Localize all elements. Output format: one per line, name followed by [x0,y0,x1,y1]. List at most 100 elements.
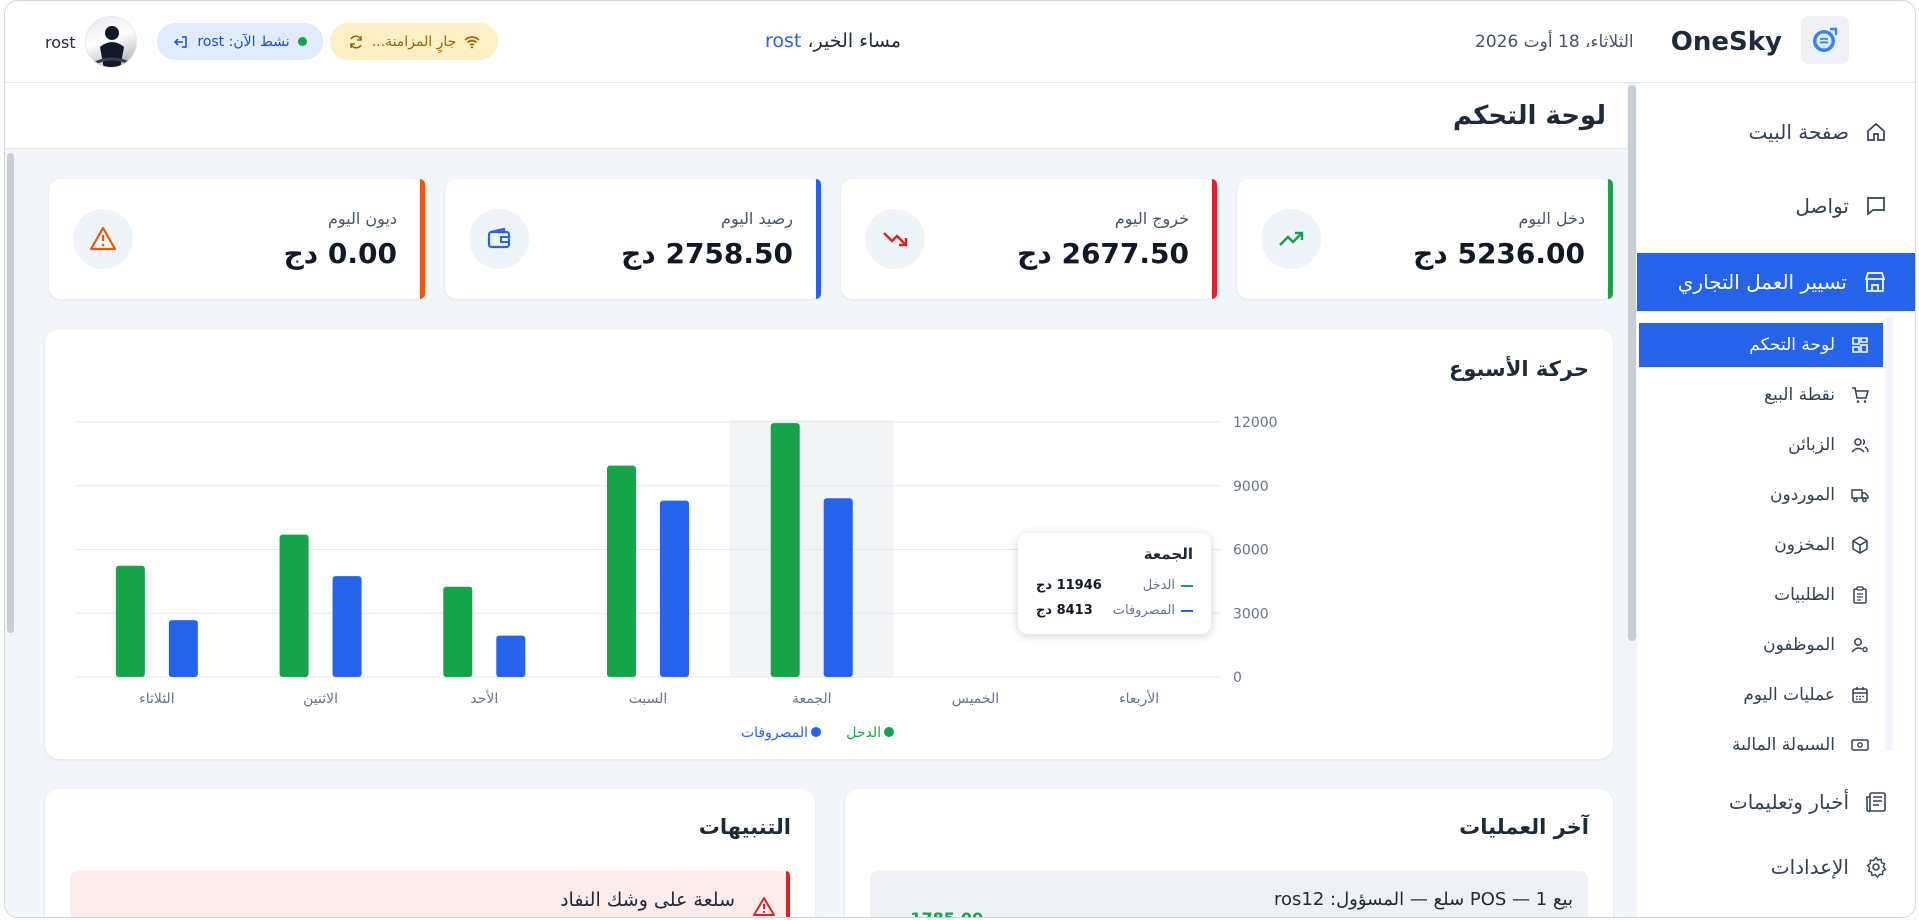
tooltip-expense-value: 8413 دج [1036,603,1093,618]
trending-up-icon [1279,231,1304,246]
card-label: ديون اليوم [328,209,397,228]
submenu-item-label: الطلبيات [1774,585,1835,605]
tooltip-swatch-expense [1181,609,1193,612]
tooltip-swatch-income [1181,584,1193,587]
submenu-item-label: الموردون [1770,485,1835,505]
active-status-text: نشط الآن: rost [197,33,290,50]
submenu-item-suppliers[interactable]: الموردون [1639,473,1883,517]
sidebar-item-contact[interactable]: تواصل [1635,177,1915,235]
gear-icon [1866,856,1887,878]
users-icon [1851,438,1869,453]
main-scrollbar-track[interactable] [1627,83,1637,917]
chart-bar [823,498,853,677]
logo-icon [1813,27,1838,52]
y-tick-label: 6000 [1233,543,1269,559]
operation-description: بيع 1 — POS سلع — المسؤول: ros12 [1273,889,1573,910]
user-gear-icon [1851,638,1868,653]
brand-logo[interactable] [1801,16,1849,64]
card-label: رصيد اليوم [721,209,793,228]
card-icon-circle [73,209,133,269]
main-scrollbar-thumb[interactable] [1628,85,1636,641]
list-item[interactable]: بيع 1 — POS سلع — المسؤول: ros12 1785.00… [870,871,1588,917]
chart-tooltip: الجمعة الدخل 11946 دج المصروفات 8413 دج [1018,533,1211,634]
sidebar-item-label: تسيير العمل التجاري [1677,270,1847,294]
chat-icon [1867,197,1885,216]
logout-icon[interactable] [173,34,189,50]
submenu-scrollbar[interactable] [1885,317,1893,751]
card-debts-today: ديون اليوم 0.00 دج [49,179,425,299]
top-header: OneSky الثلاثاء، 18 أوت 2026 مساء الخير،… [5,1,1915,83]
tooltip-title: الجمعة [1143,545,1193,563]
truck-icon [1851,489,1869,503]
avatar-image [87,26,136,67]
chart-bar [443,586,473,677]
x-tick-label: الاثنين [303,691,338,707]
submenu-item-cash-flow[interactable]: السيولة المالية [1639,723,1883,751]
sidebar-item-label: تواصل [1795,194,1849,218]
clipboard-icon [1853,586,1867,604]
current-date: الثلاثاء، 18 أوت 2026 [1475,32,1634,52]
wallet-icon [487,227,511,249]
legend-label: الدخل [846,725,881,741]
alert-text: سلعة على وشك النفاد [560,889,735,911]
submenu-item-label: نقطة البيع [1763,385,1835,405]
tooltip-income-label: الدخل [1142,578,1175,593]
card-balance-today: رصيد اليوم 2758.50 دج [445,179,821,299]
page-title: لوحة التحكم [1452,101,1606,131]
weekly-bar-chart: 030006000900012000الأربعاءالخميسالجمعةال… [75,415,1278,741]
submenu-item-dashboard[interactable]: لوحة التحكم [1639,323,1883,367]
home-icon [1867,122,1885,141]
submenu-item-inventory[interactable]: المخزون [1639,523,1883,567]
content-scrollbar-left[interactable] [7,153,14,633]
warning-icon [753,897,775,916]
card-accent [1608,179,1613,299]
submenu-item-orders[interactable]: الطلبيات [1639,573,1883,617]
online-dot [297,37,307,46]
submenu-item-label: عمليات اليوم [1743,685,1835,705]
avatar[interactable] [85,16,137,68]
card-icon-circle [469,209,529,269]
sidebar-item-label: صفحة البيت [1748,120,1849,144]
recent-operations-panel: آخر العمليات بيع 1 — POS سلع — المسؤول: … [845,789,1613,917]
sidebar-item-label: الإعدادات [1770,855,1849,879]
chart-bar [115,565,145,677]
submenu-item-customers[interactable]: الزبائن [1639,423,1883,467]
weekly-chart-card: حركة الأسبوع 0 3000 6000 9000 12000 الأربعاء ا… [45,329,1613,759]
card-income-today: دخل اليوم 5236.00 دج [1237,179,1613,299]
submenu-item-employees[interactable]: الموظفون [1639,623,1883,667]
refresh-icon [349,34,362,49]
chart-hover-band [729,420,894,677]
alerts-panel: التنبيهات سلعة على وشك النفاد [45,789,815,917]
card-icon-circle [865,209,925,269]
trending-down-icon [883,232,908,247]
sidebar-item-home[interactable]: صفحة البيت [1635,103,1915,161]
card-value: 2758.50 دج [621,237,793,270]
operation-amount: 1785.00 دج [885,909,983,917]
tooltip-row-income: الدخل 11946 دج [1036,573,1193,598]
card-value: 5236.00 دج [1413,237,1585,270]
card-accent [1212,179,1217,299]
sync-status-badge[interactable]: جارٍ المزامنة... [330,23,498,60]
business-submenu: لوحة التحكم نقطة البيع الزبائن الموردون … [1635,317,1893,751]
sidebar-item-news[interactable]: أخبار وتعليمات [1635,773,1915,831]
sidebar-item-settings[interactable]: الإعدادات [1635,838,1915,896]
submenu-item-pos[interactable]: نقطة البيع [1639,373,1883,417]
sidebar-item-business[interactable]: تسيير العمل التجاري [1635,253,1915,311]
submenu-item-label: الزبائن [1788,435,1835,455]
submenu-item-label: السيولة المالية [1731,735,1835,751]
x-tick-label: الخميس [952,691,999,707]
cash-icon [1851,739,1869,751]
active-user-badge[interactable]: نشط الآن: rost [157,23,323,60]
alert-item[interactable]: سلعة على وشك النفاد [70,871,790,917]
legend-dot [884,727,894,737]
wifi-icon [464,35,480,48]
legend-label: المصروفات [741,725,808,741]
card-expense-today: خروج اليوم 2677.50 دج [841,179,1217,299]
store-icon [1864,272,1886,292]
y-tick-label: 3000 [1233,606,1269,622]
y-tick-label: 0 [1233,670,1242,686]
submenu-item-daily-ops[interactable]: عمليات اليوم [1639,673,1883,717]
card-value: 2677.50 دج [1017,237,1189,270]
chart-bar [332,576,362,677]
chart-bar [660,500,689,677]
